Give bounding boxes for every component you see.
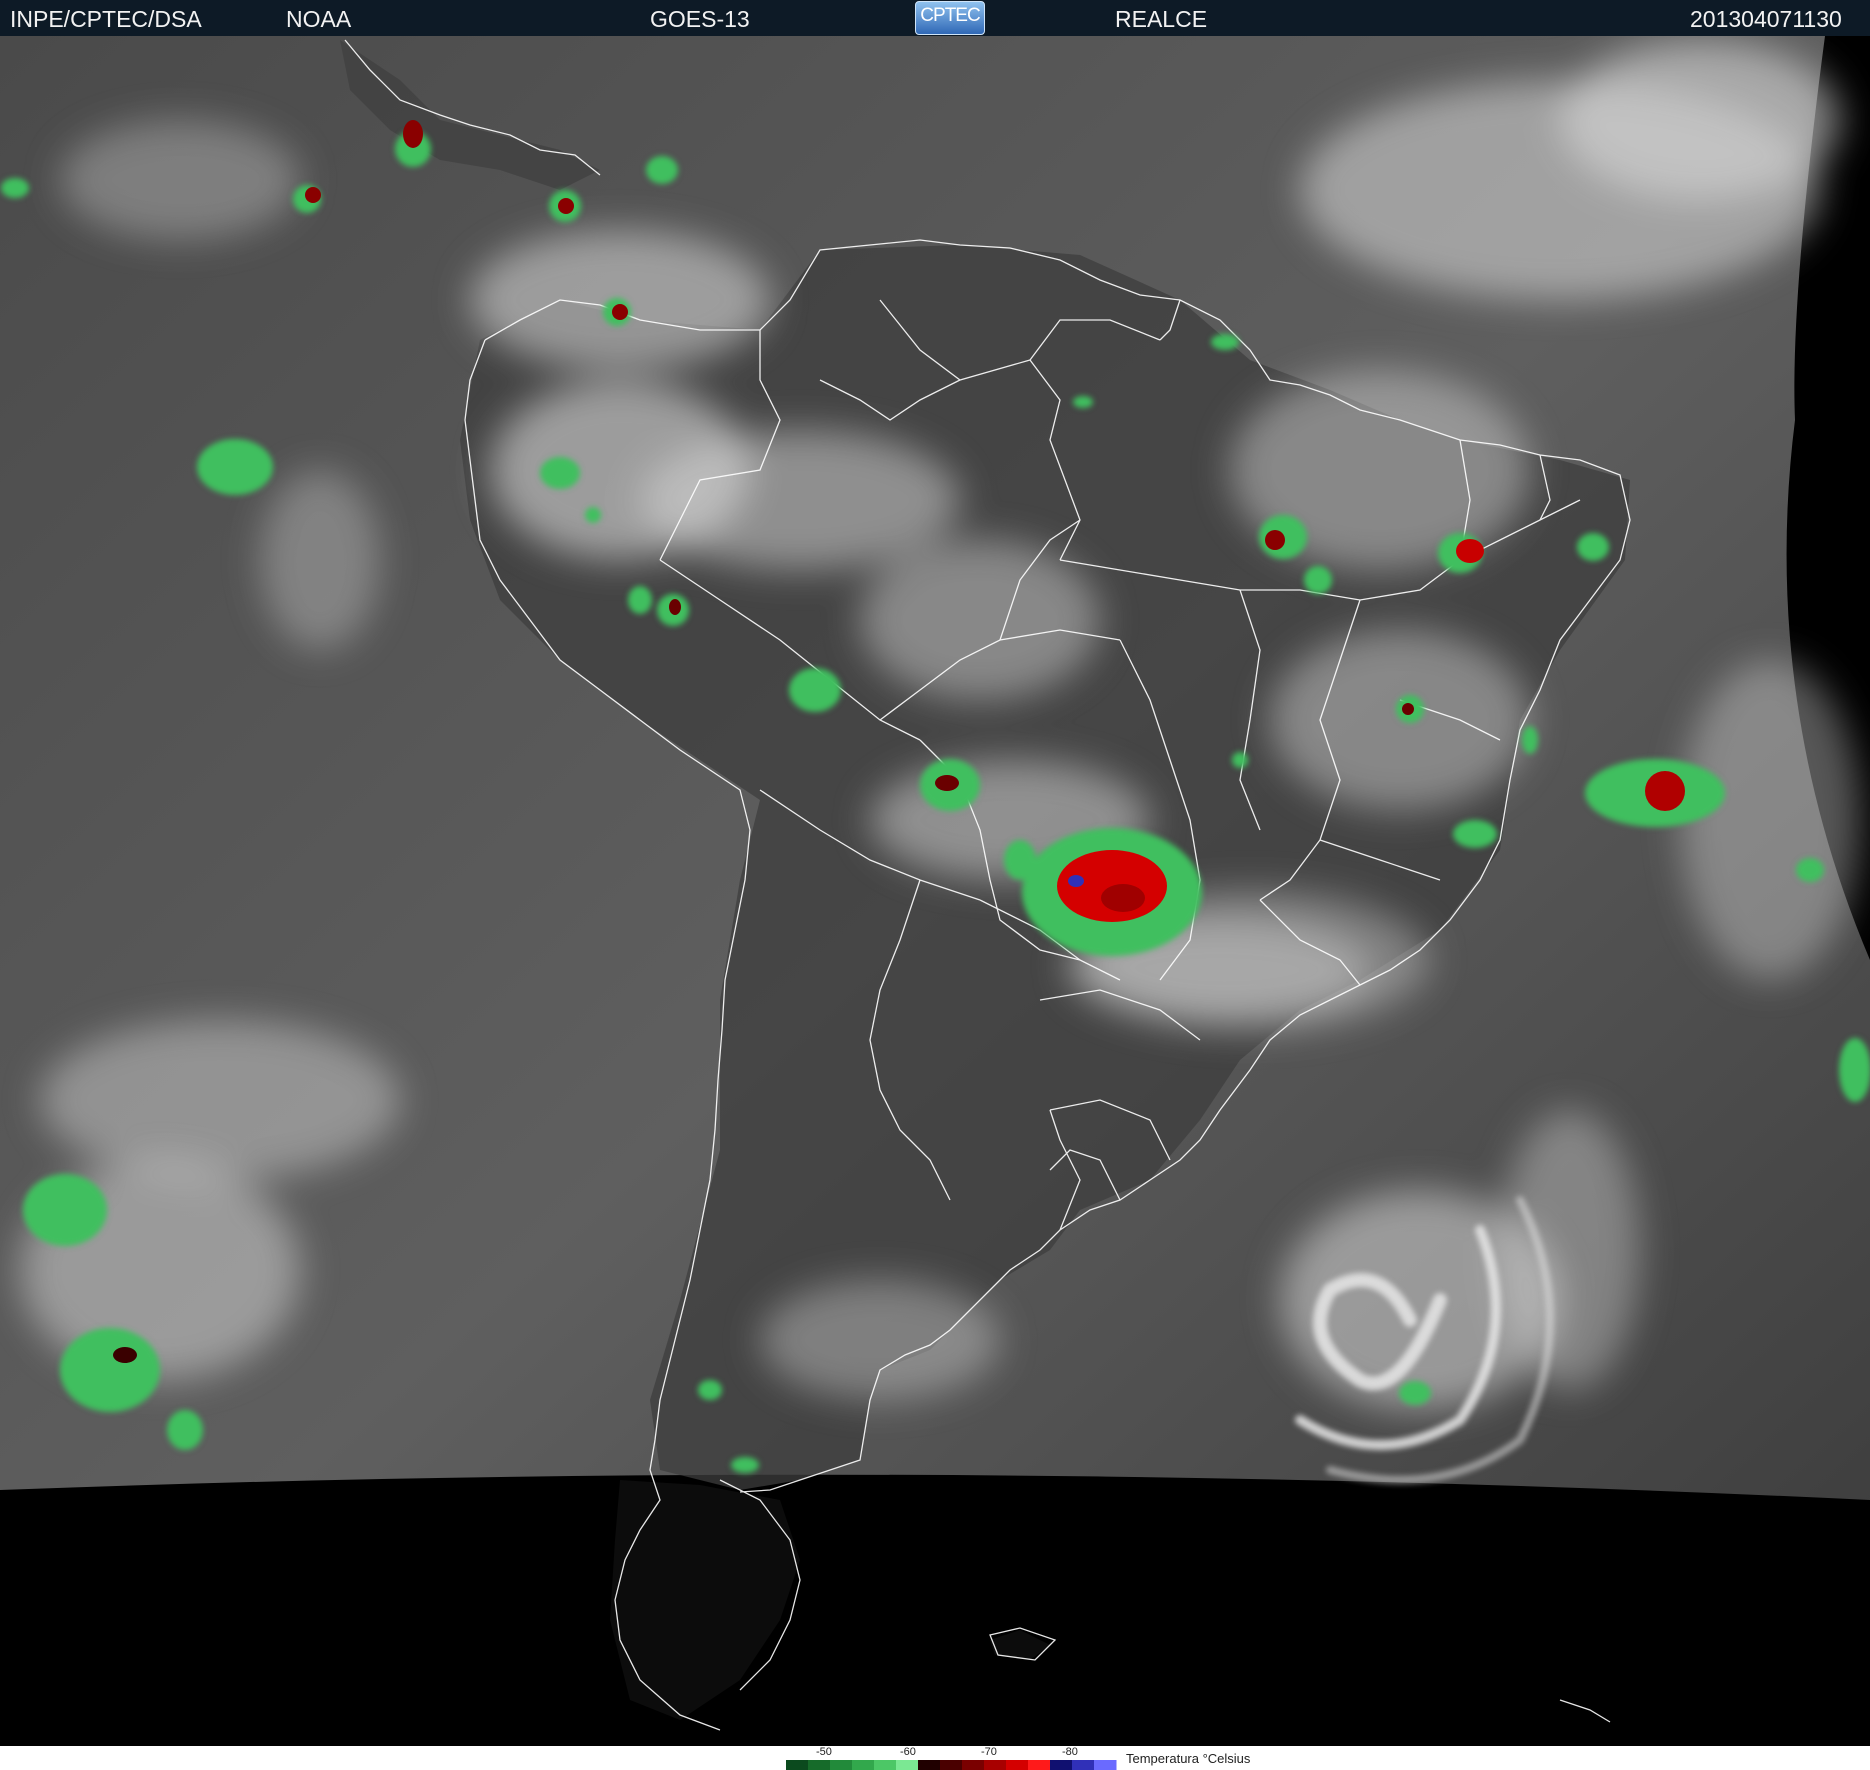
temperature-legend: -50 -60 -70 -80 Temperatura °Celsius [0,1746,1870,1770]
cptec-logo: CPTEC [915,1,985,35]
legend-swatch [1072,1760,1095,1770]
legend-title: Temperatura °Celsius [1126,1751,1251,1766]
satellite-label: GOES-13 [650,6,750,32]
source-label: INPE/CPTEC/DSA [10,6,202,32]
legend-swatch [962,1760,985,1770]
legend-swatch [1006,1760,1029,1770]
legend-tick-minus-70: -70 [981,1746,997,1758]
legend-swatch [940,1760,963,1770]
datetime-label: 201304071130 [1690,6,1842,32]
logo-text: CPTEC [920,5,980,26]
satellite-map [0,36,1870,1746]
legend-swatch [830,1760,853,1770]
legend-swatch [852,1760,875,1770]
legend-swatch [1094,1760,1117,1770]
legend-swatch [1028,1760,1051,1770]
satellite-image-viewer: INPE/CPTEC/DSA NOAA GOES-13 CPTEC REALCE… [0,0,1870,1770]
legend-swatch [1050,1760,1073,1770]
legend-swatch [984,1760,1007,1770]
space-bottom [0,1474,1870,1746]
legend-swatch [874,1760,897,1770]
legend-swatch [918,1760,941,1770]
legend-swatch [896,1760,919,1770]
legend-swatch [808,1760,831,1770]
legend-colorbar [786,1760,1117,1770]
agency-label: NOAA [286,6,352,32]
legend-swatch [786,1760,809,1770]
legend-tick-minus-50: -50 [816,1746,832,1758]
legend-tick-minus-60: -60 [900,1746,916,1758]
product-label: REALCE [1115,6,1208,32]
legend-tick-minus-80: -80 [1062,1746,1078,1758]
header-bar: INPE/CPTEC/DSA NOAA GOES-13 CPTEC REALCE… [0,0,1870,36]
